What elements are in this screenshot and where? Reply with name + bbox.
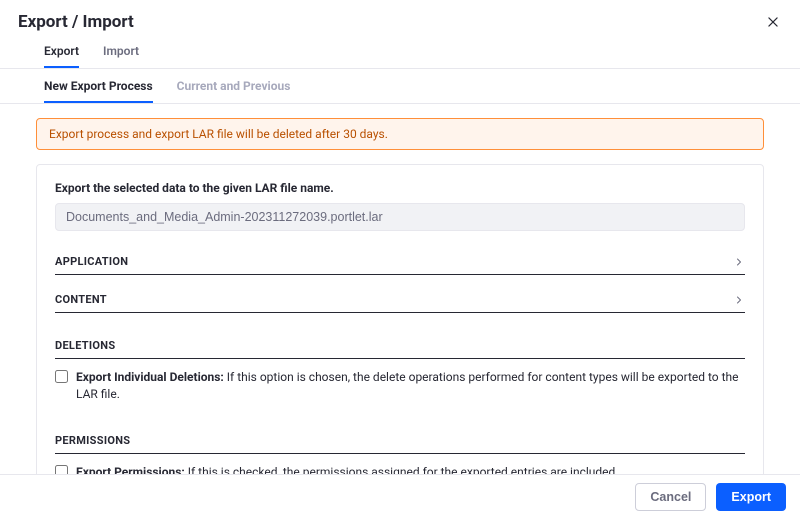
section-content[interactable]: CONTENT — [55, 289, 745, 313]
section-application[interactable]: APPLICATION — [55, 251, 745, 275]
panel-intro: Export the selected data to the given LA… — [55, 181, 745, 195]
tab-current-and-previous[interactable]: Current and Previous — [177, 75, 291, 103]
chevron-right-icon — [733, 256, 745, 268]
section-permissions-label: PERMISSIONS — [55, 430, 745, 454]
modal-title: Export / Import — [18, 12, 134, 32]
footer: Cancel Export — [0, 474, 800, 521]
alert-warning: Export process and export LAR file will … — [36, 118, 764, 150]
section-deletions-label: DELETIONS — [55, 335, 745, 359]
close-icon[interactable] — [764, 13, 782, 31]
export-button[interactable]: Export — [716, 483, 786, 511]
section-application-label: APPLICATION — [55, 255, 128, 268]
deletions-label: Export Individual Deletions: — [76, 370, 224, 384]
primary-tabs: Export Import — [0, 38, 800, 69]
chevron-right-icon — [733, 294, 745, 306]
tab-import[interactable]: Import — [103, 38, 139, 68]
cancel-button[interactable]: Cancel — [635, 483, 706, 511]
export-panel: Export the selected data to the given LA… — [36, 164, 764, 514]
export-individual-deletions-checkbox[interactable] — [55, 370, 68, 383]
tab-export[interactable]: Export — [44, 38, 79, 68]
secondary-tabs: New Export Process Current and Previous — [0, 69, 800, 104]
filename-input[interactable] — [55, 203, 745, 231]
tab-new-export-process[interactable]: New Export Process — [44, 75, 153, 103]
deletions-row: Export Individual Deletions: If this opt… — [55, 359, 745, 408]
section-content-label: CONTENT — [55, 293, 107, 306]
